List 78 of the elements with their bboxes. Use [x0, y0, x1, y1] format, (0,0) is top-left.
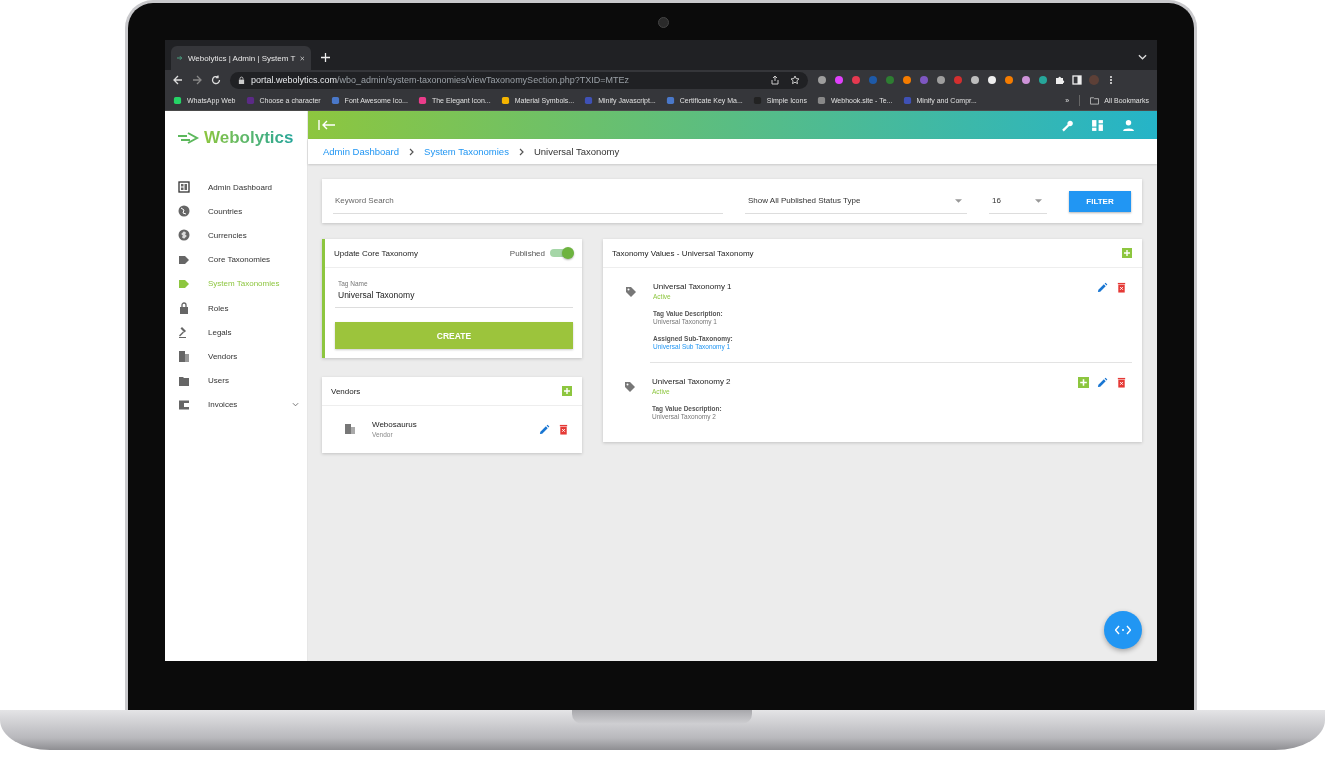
- nav-icon: [178, 374, 190, 387]
- sidebar-item[interactable]: Roles: [165, 295, 307, 321]
- bookmark-icon: [902, 95, 912, 105]
- building-icon: [344, 423, 356, 435]
- vendor-name: Webosaurus: [372, 420, 417, 429]
- value-name: Universal Taxonomy 2: [652, 377, 731, 386]
- nav-icon: [178, 350, 190, 363]
- edit-icon[interactable]: [1097, 282, 1108, 293]
- sidebar-item[interactable]: Legals: [165, 320, 307, 345]
- edit-icon[interactable]: [1097, 377, 1108, 388]
- nav-icon: [178, 181, 190, 194]
- code-button[interactable]: [1104, 611, 1142, 649]
- back-icon[interactable]: [173, 75, 183, 85]
- url-text: portal.webolytics.com/wbo_admin/system-taxonomies/viewTaxonomySection.php?TXID=MTEz: [251, 75, 629, 85]
- sidebar-item[interactable]: Core Taxonomies: [165, 247, 307, 272]
- puzzle-icon[interactable]: [1055, 75, 1065, 85]
- user-icon[interactable]: [1122, 118, 1135, 132]
- sidebar-item[interactable]: Countries: [165, 199, 307, 224]
- tag-icon: [624, 381, 636, 393]
- folder-icon: [1090, 95, 1100, 105]
- toggle-label: Published: [509, 248, 545, 258]
- nav-icon: [178, 253, 190, 266]
- keyword-search-field[interactable]: Keyword Search: [333, 188, 723, 214]
- sidebar-item[interactable]: Admin Dashboard: [165, 175, 307, 200]
- delete-icon[interactable]: [1116, 377, 1127, 388]
- published-toggle[interactable]: [550, 249, 572, 257]
- new-tab-icon[interactable]: [321, 53, 330, 62]
- card-title: Vendors: [331, 386, 361, 396]
- wrench-icon[interactable]: [1060, 118, 1073, 132]
- sidebar-item[interactable]: Currencies: [165, 223, 307, 248]
- sidebar-item[interactable]: Invoices: [165, 392, 307, 417]
- chevron-right-icon: [518, 147, 524, 156]
- card-title: Update Core Taxonomy: [334, 248, 418, 258]
- reload-icon[interactable]: [211, 75, 221, 85]
- arrow-logo-icon: [178, 131, 200, 144]
- lock-icon: [238, 75, 245, 85]
- bookmark-icon: [417, 95, 427, 105]
- sidebar-item[interactable]: Vendors: [165, 344, 307, 369]
- bookmark-icon: [173, 95, 182, 105]
- camera-icon: [658, 17, 669, 28]
- sidebar-item[interactable]: Users: [165, 368, 307, 393]
- value-name: Universal Taxonomy 1: [653, 282, 733, 291]
- dashboard-icon[interactable]: [1091, 118, 1104, 132]
- bookmark-icon: [816, 95, 826, 105]
- bookmark-icon: [752, 95, 762, 105]
- tab-title: Webolytics | Admin | System T: [187, 53, 296, 63]
- forward-icon[interactable]: [192, 75, 202, 85]
- nav-icon: [178, 277, 190, 290]
- search-input[interactable]: Keyword Search: [335, 196, 721, 205]
- code-icon: [1115, 625, 1131, 635]
- dropdown-icon: [955, 198, 962, 203]
- dropdown-icon: [1035, 198, 1042, 203]
- nav-icon: [178, 398, 190, 411]
- bookmark-icon: [245, 95, 255, 105]
- nav-icon: [178, 205, 190, 218]
- delete-icon[interactable]: [558, 423, 569, 435]
- nav-icon: [178, 302, 190, 315]
- edit-icon[interactable]: [539, 423, 550, 435]
- status-select[interactable]: Show All Published Status Type: [745, 188, 967, 214]
- bookmark-icon: [665, 95, 675, 105]
- delete-icon[interactable]: [1116, 282, 1127, 293]
- side-panel-icon[interactable]: [1072, 75, 1082, 85]
- share-icon[interactable]: [770, 75, 780, 85]
- chevron-right-icon: [409, 147, 415, 156]
- card-title: Taxonomy Values - Universal Taxonomy: [612, 248, 754, 258]
- bookmark-icon: [584, 95, 594, 105]
- bookmark-icon: [330, 95, 340, 105]
- tag-icon: [625, 286, 637, 298]
- count-select[interactable]: 16: [989, 188, 1047, 214]
- chevron-down-icon[interactable]: [1138, 54, 1147, 60]
- bookmark-icon: [500, 95, 510, 105]
- star-icon[interactable]: [790, 75, 800, 85]
- browser-tab[interactable]: Webolytics | Admin | System T: [171, 46, 311, 70]
- address-bar[interactable]: portal.webolytics.com/wbo_admin/system-taxonomies/viewTaxonomySection.php?TXID=MTEz: [230, 71, 808, 89]
- arrow-icon: [177, 54, 183, 62]
- close-icon[interactable]: [300, 54, 305, 62]
- nav-icon: [178, 229, 190, 242]
- breadcrumb-current: Universal Taxonomy: [533, 146, 620, 157]
